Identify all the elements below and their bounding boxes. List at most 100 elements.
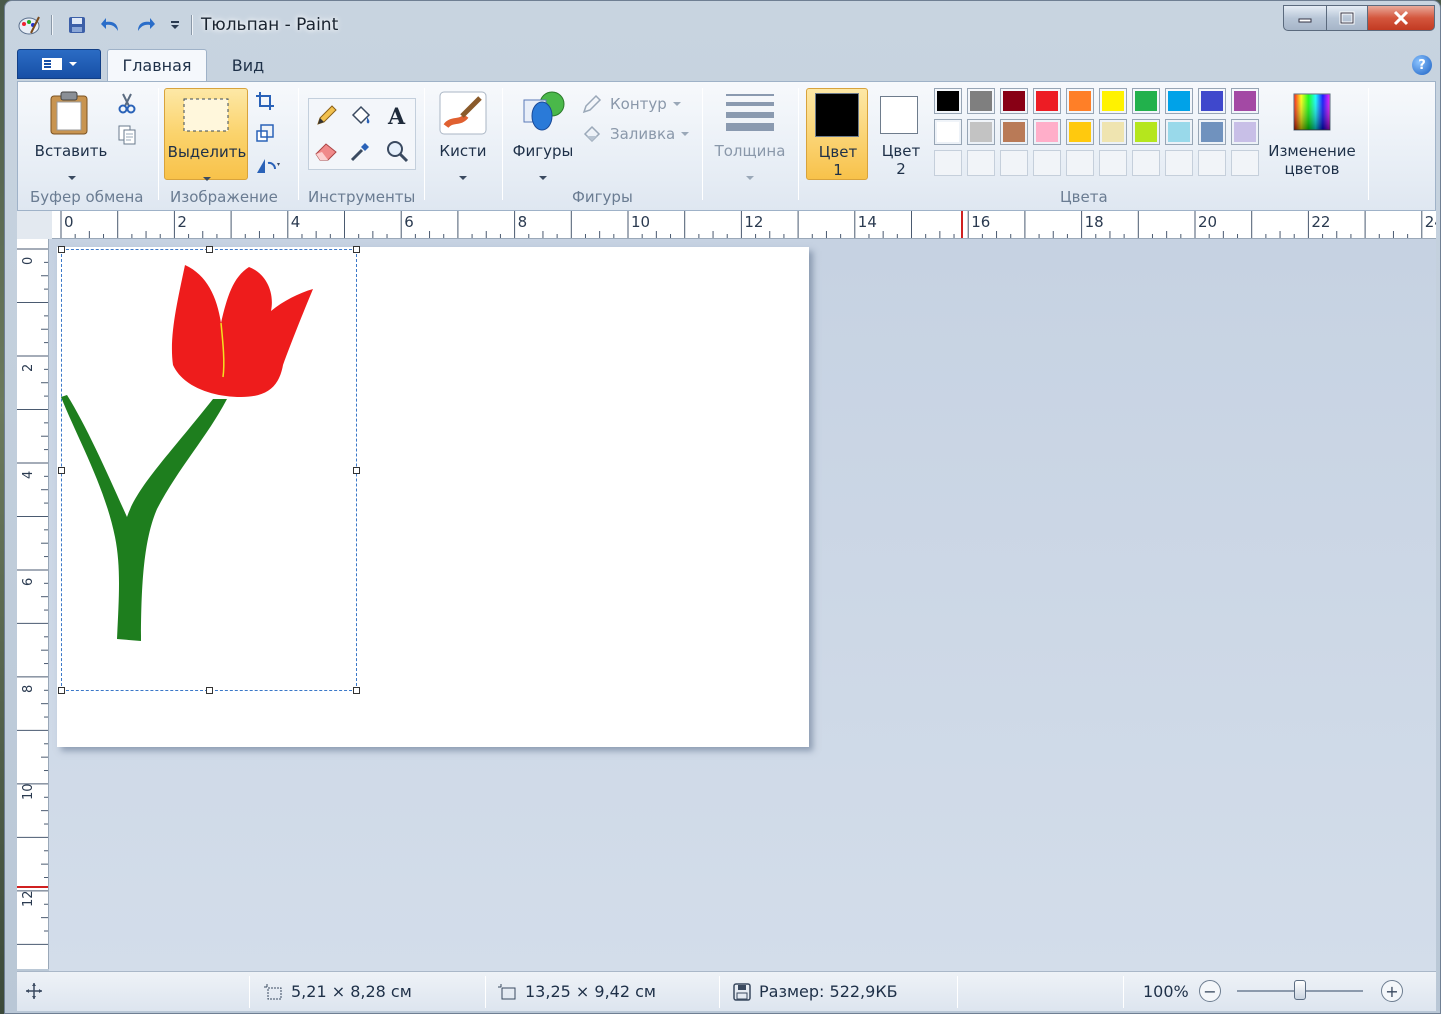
selection-handle-right[interactable] — [353, 467, 360, 474]
palette-empty-slot[interactable] — [1132, 150, 1160, 176]
selection-handle-top-right[interactable] — [353, 246, 360, 253]
palette-swatch[interactable] — [934, 119, 962, 145]
palette-empty-slot[interactable] — [1033, 150, 1061, 176]
vertical-ruler-label: 8 — [21, 684, 36, 693]
zoom-out-button[interactable]: − — [1199, 980, 1221, 1002]
palette-swatch[interactable] — [1165, 88, 1193, 114]
paint-app-icon[interactable] — [17, 13, 41, 37]
outline-dropdown-icon — [672, 102, 681, 106]
crop-icon[interactable] — [248, 86, 282, 116]
selection-handle-bottom-left[interactable] — [58, 687, 65, 694]
shapes-dropdown-icon — [539, 176, 547, 180]
selection-handle-left[interactable] — [58, 467, 65, 474]
rotate-icon[interactable] — [252, 150, 286, 180]
drawing-canvas[interactable] — [57, 246, 809, 747]
palette-swatch[interactable] — [1000, 88, 1028, 114]
undo-icon[interactable] — [99, 13, 123, 37]
palette-swatch[interactable] — [1099, 88, 1127, 114]
selection-handle-top[interactable] — [206, 246, 213, 253]
selection-handle-top-left[interactable] — [58, 246, 65, 253]
palette-swatch[interactable] — [967, 119, 995, 145]
cursor-position-icon — [25, 982, 43, 1000]
palette-empty-slot[interactable] — [1165, 150, 1193, 176]
palette-swatch-color — [1036, 91, 1058, 111]
cut-icon[interactable] — [110, 88, 144, 118]
edit-colors-button[interactable]: Изменение цветов — [1262, 88, 1362, 180]
palette-swatch[interactable] — [1132, 88, 1160, 114]
chevron-down-icon — [69, 62, 77, 66]
palette-empty-slot[interactable] — [1198, 150, 1226, 176]
palette-swatch[interactable] — [934, 88, 962, 114]
color1-label: Цвет — [818, 143, 858, 161]
palette-swatch[interactable] — [1231, 119, 1259, 145]
copy-icon[interactable] — [110, 120, 144, 150]
palette-swatch[interactable] — [1231, 88, 1259, 114]
palette-swatch[interactable] — [1165, 119, 1193, 145]
shapes-button[interactable]: Фигуры — [508, 88, 578, 180]
palette-swatch[interactable] — [1000, 119, 1028, 145]
palette-swatch[interactable] — [967, 88, 995, 114]
resize-icon[interactable] — [248, 118, 282, 148]
selection-handle-bottom-right[interactable] — [353, 687, 360, 694]
palette-swatch[interactable] — [1198, 119, 1226, 145]
palette-empty-slot[interactable] — [1231, 150, 1259, 176]
palette-empty-slot[interactable] — [967, 150, 995, 176]
paste-button[interactable]: Вставить — [26, 88, 116, 180]
palette-swatch-color — [937, 122, 959, 142]
palette-swatch[interactable] — [1033, 119, 1061, 145]
group-separator — [1368, 88, 1369, 200]
palette-empty-slot[interactable] — [1066, 150, 1094, 176]
palette-swatch-color — [970, 91, 992, 111]
eraser-icon[interactable] — [310, 136, 344, 166]
select-button[interactable]: Выделить — [164, 88, 248, 181]
paint-menu-button[interactable] — [17, 49, 101, 79]
magnifier-icon[interactable] — [380, 136, 414, 166]
minimize-button[interactable] — [1283, 5, 1327, 31]
text-icon[interactable]: A — [380, 100, 414, 130]
color-picker-icon[interactable] — [344, 136, 378, 166]
zoom-in-button[interactable]: + — [1381, 980, 1403, 1002]
size-button[interactable]: Толщина — [708, 88, 792, 180]
palette-empty-slot[interactable] — [1099, 150, 1127, 176]
maximize-button[interactable] — [1326, 5, 1368, 31]
redo-icon[interactable] — [133, 13, 157, 37]
fill-bucket-icon[interactable] — [344, 100, 378, 130]
brushes-button[interactable]: Кисти — [432, 88, 494, 180]
fill-dropdown[interactable]: Заливка — [582, 122, 702, 146]
paste-dropdown-icon — [68, 176, 76, 180]
palette-swatch[interactable] — [1066, 119, 1094, 145]
shapes-label: Фигуры — [512, 142, 574, 160]
selection-rectangle[interactable] — [58, 246, 360, 694]
palette-swatch[interactable] — [1033, 88, 1061, 114]
zoom-slider-thumb[interactable] — [1294, 980, 1306, 1000]
palette-empty-slot[interactable] — [1000, 150, 1028, 176]
vertical-ruler-label: 0 — [21, 256, 36, 265]
clipboard-group-label: Буфер обмена — [30, 188, 144, 206]
selection-handle-bottom[interactable] — [206, 687, 213, 694]
tab-home[interactable]: Главная — [107, 49, 207, 81]
palette-empty-slot[interactable] — [934, 150, 962, 176]
paint-window: Тюльпан - Paint Главная Вид ? Вставить Б… — [4, 0, 1441, 1014]
help-icon[interactable]: ? — [1412, 55, 1432, 75]
selection-size-icon — [264, 983, 282, 999]
horizontal-ruler-label: 0 — [64, 213, 74, 231]
file-size-value: Размер: 522,9КБ — [759, 982, 898, 1001]
color1-button[interactable]: Цвет 1 — [806, 88, 868, 180]
palette-swatch[interactable] — [1099, 119, 1127, 145]
save-icon[interactable] — [65, 13, 89, 37]
palette-swatch[interactable] — [1132, 119, 1160, 145]
customize-quick-access-icon[interactable] — [163, 13, 187, 37]
select-dropdown-icon — [203, 177, 211, 181]
image-size-value: 13,25 × 9,42 см — [525, 982, 656, 1001]
tab-view[interactable]: Вид — [217, 49, 279, 81]
horizontal-ruler-label: 24 — [1424, 213, 1436, 231]
pencil-icon[interactable] — [310, 100, 344, 130]
palette-swatch-color — [1168, 91, 1190, 111]
outline-dropdown[interactable]: Контур — [582, 92, 692, 116]
palette-swatch[interactable] — [1198, 88, 1226, 114]
status-bar: 5,21 × 8,28 см 13,25 × 9,42 см Размер: 5… — [17, 971, 1436, 1011]
color2-button[interactable]: Цвет 2 — [870, 88, 932, 180]
paste-label: Вставить — [34, 142, 108, 160]
palette-swatch[interactable] — [1066, 88, 1094, 114]
close-button[interactable] — [1367, 5, 1435, 31]
